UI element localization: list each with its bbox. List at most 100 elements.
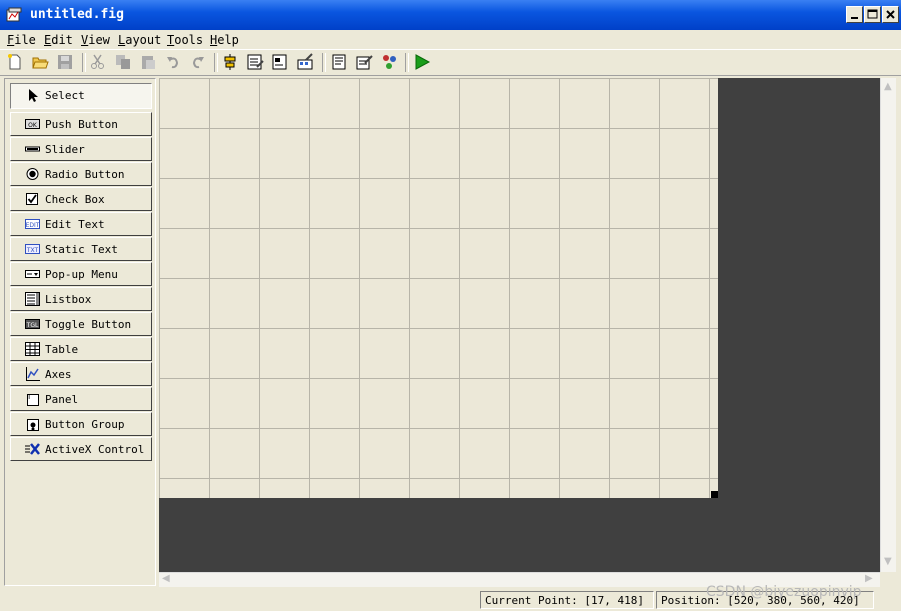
current-point-status: Current Point: [17, 418] [480, 591, 654, 609]
toggle-button-icon-text: TGL [26, 322, 39, 329]
palette-table-button[interactable]: Table [10, 337, 152, 361]
palette-select-button[interactable]: Select [10, 83, 152, 109]
canvas-resize-handle[interactable] [711, 491, 718, 498]
open-button[interactable] [31, 53, 49, 71]
palette-item-label: Pop-up Menu [45, 268, 118, 281]
close-icon [886, 10, 895, 19]
palette-push-button-button[interactable]: OK Push Button [10, 112, 152, 136]
svg-text:T: T [26, 393, 32, 401]
palette-toggle-button-button[interactable]: TGL Toggle Button [10, 312, 152, 336]
scissors-icon [91, 54, 104, 69]
button-group-icon [27, 419, 39, 431]
layout-workspace[interactable] [159, 78, 880, 572]
m-file-editor-button[interactable] [330, 53, 348, 71]
editor-icon [332, 54, 346, 70]
palette-item-label: Button Group [45, 418, 125, 431]
table-icon [25, 342, 40, 356]
menu-file[interactable]: File [7, 33, 36, 47]
palette-listbox-button[interactable]: Listbox [10, 287, 152, 311]
popup-menu-icon [25, 270, 40, 278]
scroll-down-icon[interactable]: ▼ [884, 556, 892, 567]
palette-activex-control-button[interactable]: ActiveX Control [10, 437, 152, 461]
scroll-up-icon[interactable]: ▲ [884, 81, 892, 92]
maximize-icon [867, 9, 878, 19]
maximize-button[interactable] [864, 6, 881, 23]
palette-pop-up-menu-button[interactable]: Pop-up Menu [10, 262, 152, 286]
palette-item-label: Toggle Button [45, 318, 132, 331]
menu-layout[interactable]: Layout [118, 33, 161, 47]
undo-arrow-icon [167, 57, 179, 69]
menu-editor-button[interactable] [246, 53, 264, 71]
panel-icon: T [26, 393, 39, 406]
toolbar-editor-button[interactable] [296, 53, 314, 71]
palette-item-label: Radio Button [45, 168, 125, 181]
edit-text-icon-text: EDIT [26, 222, 40, 229]
title-bar[interactable]: untitled.fig [0, 0, 901, 30]
static-text-icon: TXT [25, 244, 40, 254]
redo-button[interactable] [189, 53, 207, 71]
window-title: untitled.fig [30, 7, 124, 22]
cursor-arrow-icon [29, 89, 38, 102]
axes-icon [26, 367, 40, 381]
palette-item-label: ActiveX Control [45, 443, 145, 456]
close-button[interactable] [882, 6, 899, 23]
save-disk-icon [58, 55, 72, 69]
current-point-label: Current Point: [485, 594, 578, 607]
copy-icon [116, 55, 130, 69]
static-text-icon-text: TXT [26, 247, 39, 254]
push-button-icon-text: OK [28, 122, 38, 129]
palette-radio-button-button[interactable]: Radio Button [10, 162, 152, 186]
component-palette: Select OK Push Button Slider Radio Button Che… [4, 78, 156, 586]
menu-edit[interactable]: Edit [44, 33, 73, 47]
palette-static-text-button[interactable]: TXT Static Text [10, 237, 152, 261]
palette-slider-button[interactable]: Slider [10, 137, 152, 161]
palette-panel-button[interactable]: T Panel [10, 387, 152, 411]
align-objects-button[interactable] [221, 53, 239, 71]
tab-order-editor-button[interactable] [271, 53, 289, 71]
save-button[interactable] [56, 53, 74, 71]
run-figure-button[interactable] [413, 53, 431, 71]
redo-arrow-icon [192, 57, 204, 69]
palette-check-box-button[interactable]: Check Box [10, 187, 152, 211]
palette-item-label: Select [45, 89, 85, 102]
paste-clipboard-icon [142, 56, 155, 69]
scroll-right-icon[interactable]: ▶ [865, 573, 873, 584]
open-folder-icon [32, 57, 49, 69]
palette-item-label: Static Text [45, 243, 118, 256]
palette-edit-text-button[interactable]: EDIT Edit Text [10, 212, 152, 236]
menu-view[interactable]: View [81, 33, 110, 47]
vertical-scrollbar[interactable]: ▲ ▼ [880, 78, 896, 572]
undo-button[interactable] [164, 53, 182, 71]
activex-icon [25, 443, 40, 455]
toggle-button-icon: TGL [25, 319, 40, 329]
object-browser-button[interactable] [380, 53, 398, 71]
cut-button[interactable] [89, 53, 107, 71]
menu-tools[interactable]: Tools [167, 33, 203, 47]
palette-item-label: Table [45, 343, 79, 356]
new-figure-button[interactable] [6, 53, 24, 71]
palette-item-label: Check Box [45, 193, 105, 206]
palette-item-label: Listbox [45, 293, 92, 306]
scroll-left-icon[interactable]: ◀ [162, 573, 170, 584]
property-inspector-icon [356, 55, 373, 70]
tab-order-icon [272, 54, 287, 70]
paste-button[interactable] [139, 53, 157, 71]
watermark-text: CSDN @biyezuopinvip [706, 584, 862, 600]
minimize-button[interactable] [846, 6, 863, 23]
palette-axes-button[interactable]: Axes [10, 362, 152, 386]
copy-button[interactable] [114, 53, 132, 71]
run-play-icon [415, 54, 431, 70]
palette-button-group-button[interactable]: Button Group [10, 412, 152, 436]
radio-button-icon [26, 168, 39, 180]
palette-item-label: Push Button [45, 118, 118, 131]
property-inspector-button[interactable] [355, 53, 373, 71]
current-point-value: [17, 418] [584, 594, 644, 607]
palette-item-label: Edit Text [45, 218, 105, 231]
new-file-icon [8, 54, 21, 70]
menu-help[interactable]: Help [210, 33, 239, 47]
edit-text-icon: EDIT [25, 219, 40, 229]
slider-icon [25, 146, 40, 152]
figure-canvas-grid[interactable] [159, 78, 718, 498]
palette-item-label: Panel [45, 393, 79, 406]
check-box-icon [26, 193, 38, 205]
